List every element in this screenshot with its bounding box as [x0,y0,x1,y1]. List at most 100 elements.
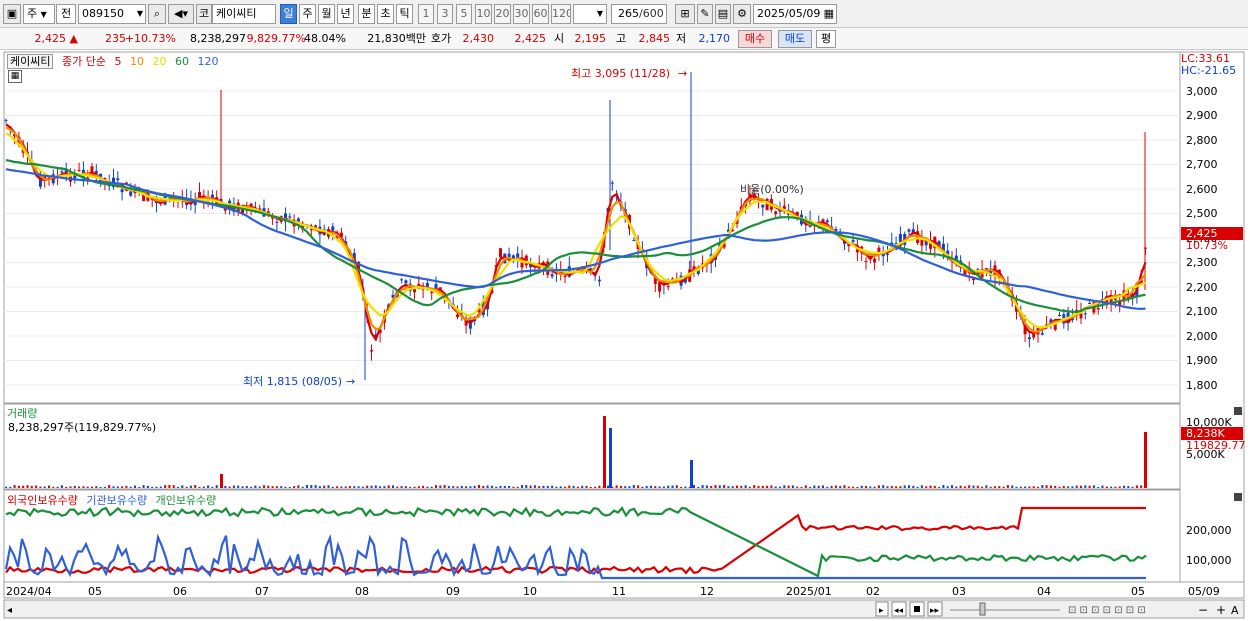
date-input[interactable]: 2025/05/09 ▦ [753,4,837,24]
scroll-left-icon[interactable]: ◂ [7,605,12,616]
interval-10-button[interactable]: 10 [475,4,492,24]
volume-bar [525,485,528,488]
custom-interval-select[interactable]: ▼ [573,4,607,24]
volume-bar [146,485,149,488]
panel-close-icon[interactable] [1234,493,1242,501]
volume-bar [263,485,265,488]
candle-body [288,216,292,218]
current-price-value: 2,425 [34,32,67,45]
interval-30-button[interactable]: 30 [513,4,530,24]
volume-bar [138,486,141,488]
window-menu-icon[interactable]: ▣ [3,4,21,24]
period-year-button[interactable]: 년 [337,4,354,24]
zoom-out-icon[interactable]: − [1198,603,1208,617]
period-second-button[interactable]: 초 [377,4,394,24]
save-icon[interactable]: ▤ [715,4,731,24]
auto-scale-icon[interactable]: A [1231,604,1239,617]
volume-bar [1045,485,1048,488]
volume-bar [555,486,558,488]
volume-bar [473,485,476,488]
gear-icon[interactable]: ⚙ [733,4,751,24]
volume-bar [908,485,910,488]
volume-bar [744,485,747,488]
candle-body [873,258,877,263]
eval-button[interactable]: 평 [816,30,836,48]
holdings-tick: 100,000 [1186,554,1232,567]
candle-body [632,240,636,242]
volume-bar [383,486,386,488]
volume-bar [783,485,786,488]
volume-bar [417,486,420,488]
volume-bar [172,485,175,488]
x-tick: 03 [952,585,966,598]
count-input[interactable]: 265/600 [611,4,667,24]
volume-bar [159,486,162,488]
speaker-icon[interactable]: ◀▾ [168,4,194,24]
volume-bar [336,486,339,488]
volume-bar [168,485,171,488]
interval-20-button[interactable]: 20 [494,4,511,24]
search-icon[interactable]: ⌕ [148,4,166,24]
volume-bar [869,486,872,488]
volume-bar [817,485,820,488]
candle-body [550,274,554,277]
volume-bar [1118,486,1121,488]
scrollbar[interactable] [3,599,1245,619]
zoom-tools-icon[interactable]: ⊡ ⊡ ⊡ ⊡ ⊡ ⊡ ⊡ [1068,605,1146,616]
rewind-glyph: ◂◂ [894,606,904,616]
coin-button[interactable]: 코 [196,4,212,24]
interval-5-button[interactable]: 5 [456,4,472,24]
ask-label: 호가 [430,32,452,45]
volume-bar [675,485,678,488]
chart-canvas[interactable]: 3,000 2,900 2,800 2,700 2,600 2,500 2,40… [0,50,1248,621]
candle-body [1040,333,1044,335]
volume-bar [791,485,794,488]
period-minute-button[interactable]: 분 [358,4,375,24]
zoom-slider-handle[interactable] [979,602,986,616]
buy-button[interactable]: 매수 [738,30,772,48]
interval-1-button[interactable]: 1 [418,4,434,24]
volume-bar [516,486,519,488]
volume-bar [955,486,958,488]
volume-bar [86,486,89,488]
grid-settings-icon[interactable]: ⊞ [675,4,695,24]
sell-button[interactable]: 매도 [778,30,812,48]
volume-bar [981,486,984,488]
volume-bar [701,485,704,488]
volume-bar [787,485,790,488]
volume-bar [1037,486,1039,488]
code-input[interactable]: 089150 ▼ [78,4,146,24]
price-tick: 2,800 [1186,134,1218,147]
volume-bar [576,486,579,488]
volume-bar [890,486,893,488]
volume-bar [198,486,201,488]
volume-bar [482,485,485,488]
period-week-button[interactable]: 주 [299,4,316,24]
period-month-button[interactable]: 월 [318,4,335,24]
interval-60-button[interactable]: 60 [532,4,549,24]
candle-body [404,280,408,284]
ma20-label: 20 [152,55,167,68]
panel-close-icon[interactable] [1234,407,1242,415]
ratio-annotation: 비율(0.00%) [740,183,804,196]
volume-bar [254,485,257,488]
volume-bar [164,485,167,488]
count-total: /600 [639,7,664,20]
period-tick-button[interactable]: 틱 [396,4,413,24]
type-select[interactable]: 전 [56,4,76,24]
volume-bar [856,486,859,488]
period-day-button[interactable]: 일 [280,4,297,24]
market-select[interactable]: 주 ▼ [23,4,55,24]
interval-120-button[interactable]: 120 [551,4,571,24]
table-icon[interactable]: ▦ [8,70,22,83]
volume-bar [538,486,541,488]
candle-body [610,182,614,184]
volume-bar [78,486,81,488]
candle-body [1096,307,1100,310]
interval-3-button[interactable]: 3 [437,4,453,24]
volume-bar [495,486,498,488]
volume-bar [559,486,562,488]
zoom-in-icon[interactable]: + [1216,603,1226,617]
candle-body [60,171,64,173]
draw-tool-icon[interactable]: ✎ [697,4,713,24]
